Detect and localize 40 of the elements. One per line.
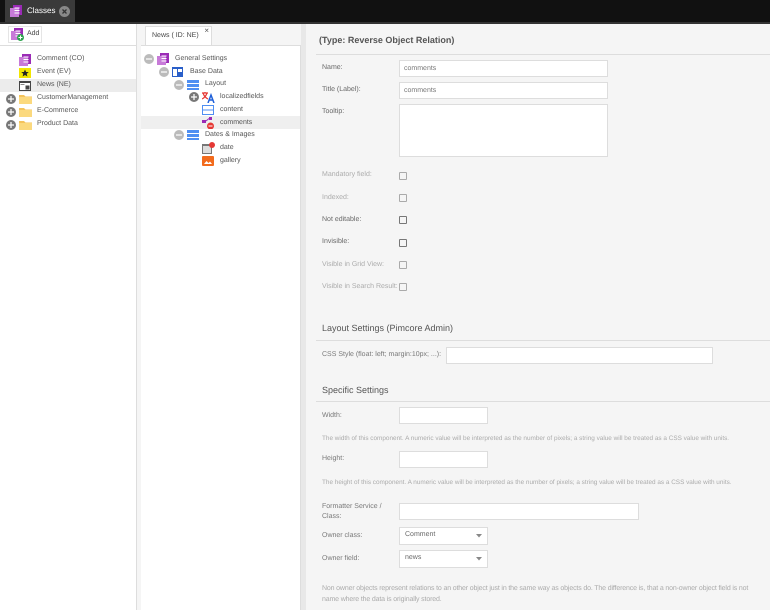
image-gallery-icon bbox=[202, 154, 215, 167]
relation-icon bbox=[202, 116, 215, 129]
region-layout-icon bbox=[187, 78, 200, 91]
close-button[interactable]: × bbox=[204, 25, 209, 37]
text-field[interactable] bbox=[399, 407, 488, 424]
calendar-icon bbox=[202, 142, 215, 154]
close-icon[interactable] bbox=[59, 6, 70, 16]
folder-icon bbox=[19, 118, 32, 130]
folder-icon bbox=[19, 92, 32, 104]
tooltip-field[interactable] bbox=[399, 104, 608, 156]
expand-icon[interactable] bbox=[189, 92, 199, 102]
css-style-field[interactable] bbox=[446, 346, 713, 364]
folder-icon bbox=[19, 106, 32, 118]
expand-icon[interactable] bbox=[6, 120, 16, 130]
document-stack-icon bbox=[19, 54, 32, 66]
expand-icon[interactable] bbox=[6, 94, 16, 104]
document-stack-icon bbox=[157, 53, 170, 66]
region-layout-icon bbox=[187, 129, 200, 142]
fieldset-icon bbox=[202, 104, 215, 116]
star-icon bbox=[19, 66, 32, 78]
collapse-icon[interactable] bbox=[174, 80, 184, 90]
translate-icon bbox=[202, 91, 215, 104]
panel-layout-icon bbox=[172, 66, 185, 78]
section-title: Specific Settings bbox=[316, 384, 770, 402]
document-stack-icon bbox=[10, 5, 23, 17]
section-title: Layout Settings (Pimcore Admin) bbox=[316, 322, 770, 341]
caret-icon bbox=[476, 534, 482, 538]
checkbox[interactable] bbox=[399, 238, 407, 247]
text-field[interactable] bbox=[399, 450, 488, 468]
expand-icon[interactable] bbox=[6, 106, 16, 116]
section-title: (Type: Reverse Object Relation) bbox=[316, 24, 770, 54]
text-field[interactable] bbox=[399, 503, 639, 520]
collapse-icon[interactable] bbox=[159, 67, 169, 78]
checkbox[interactable] bbox=[399, 216, 407, 224]
newspaper-icon bbox=[19, 80, 32, 92]
caret-icon bbox=[476, 556, 482, 560]
collapse-icon[interactable] bbox=[144, 54, 154, 64]
document-add-icon bbox=[11, 28, 24, 41]
collapse-icon[interactable] bbox=[174, 130, 184, 140]
classes-tab[interactable]: Classes bbox=[5, 0, 76, 22]
